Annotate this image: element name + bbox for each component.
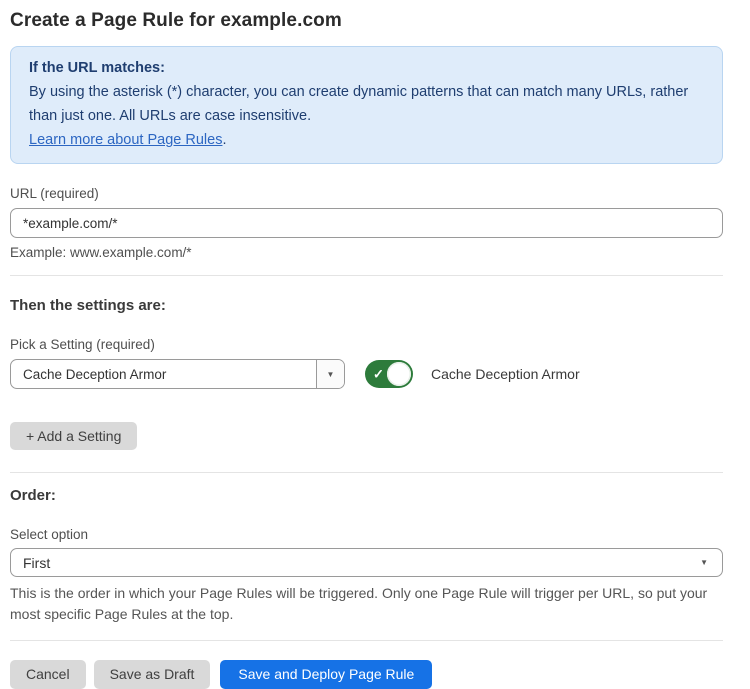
settings-section-heading: Then the settings are: bbox=[10, 297, 723, 314]
info-box-body: By using the asterisk (*) character, you… bbox=[29, 80, 704, 128]
learn-more-link[interactable]: Learn more about Page Rules bbox=[29, 132, 222, 148]
save-as-draft-button[interactable]: Save as Draft bbox=[94, 660, 211, 689]
divider bbox=[10, 472, 723, 473]
order-select-value: First bbox=[23, 555, 50, 571]
url-example-text: Example: www.example.com/* bbox=[10, 245, 723, 260]
url-matches-info-box: If the URL matches: By using the asteris… bbox=[10, 46, 723, 164]
url-field-label: URL (required) bbox=[10, 186, 723, 201]
cancel-button[interactable]: Cancel bbox=[10, 660, 86, 689]
setting-row: Cache Deception Armor ▼ ✓ Cache Deceptio… bbox=[10, 359, 723, 389]
toggle-knob bbox=[387, 362, 411, 386]
order-help-text: This is the order in which your Page Rul… bbox=[10, 583, 715, 625]
cache-deception-armor-toggle[interactable]: ✓ bbox=[365, 360, 413, 388]
setting-select-value: Cache Deception Armor bbox=[11, 360, 316, 388]
url-input[interactable] bbox=[10, 208, 723, 238]
chevron-down-icon: ▼ bbox=[700, 558, 708, 567]
info-box-heading: If the URL matches: bbox=[29, 56, 704, 80]
info-box-link-line: Learn more about Page Rules. bbox=[29, 128, 704, 152]
page-title: Create a Page Rule for example.com bbox=[10, 10, 723, 32]
link-suffix: . bbox=[222, 132, 226, 148]
setting-select-arrow-button[interactable]: ▼ bbox=[316, 360, 344, 388]
pick-setting-label: Pick a Setting (required) bbox=[10, 337, 723, 352]
chevron-down-icon: ▼ bbox=[327, 370, 335, 379]
footer-actions: Cancel Save as Draft Save and Deploy Pag… bbox=[10, 660, 723, 689]
order-section-heading: Order: bbox=[10, 487, 723, 504]
setting-select[interactable]: Cache Deception Armor ▼ bbox=[10, 359, 345, 389]
order-select[interactable]: First ▼ bbox=[10, 548, 723, 577]
toggle-label: Cache Deception Armor bbox=[431, 366, 580, 382]
order-select-label: Select option bbox=[10, 527, 723, 542]
divider bbox=[10, 275, 723, 276]
divider bbox=[10, 640, 723, 641]
add-setting-button[interactable]: + Add a Setting bbox=[10, 422, 137, 450]
check-icon: ✓ bbox=[373, 368, 384, 381]
save-and-deploy-button[interactable]: Save and Deploy Page Rule bbox=[220, 660, 432, 689]
create-page-rule-form: Create a Page Rule for example.com If th… bbox=[0, 0, 750, 689]
